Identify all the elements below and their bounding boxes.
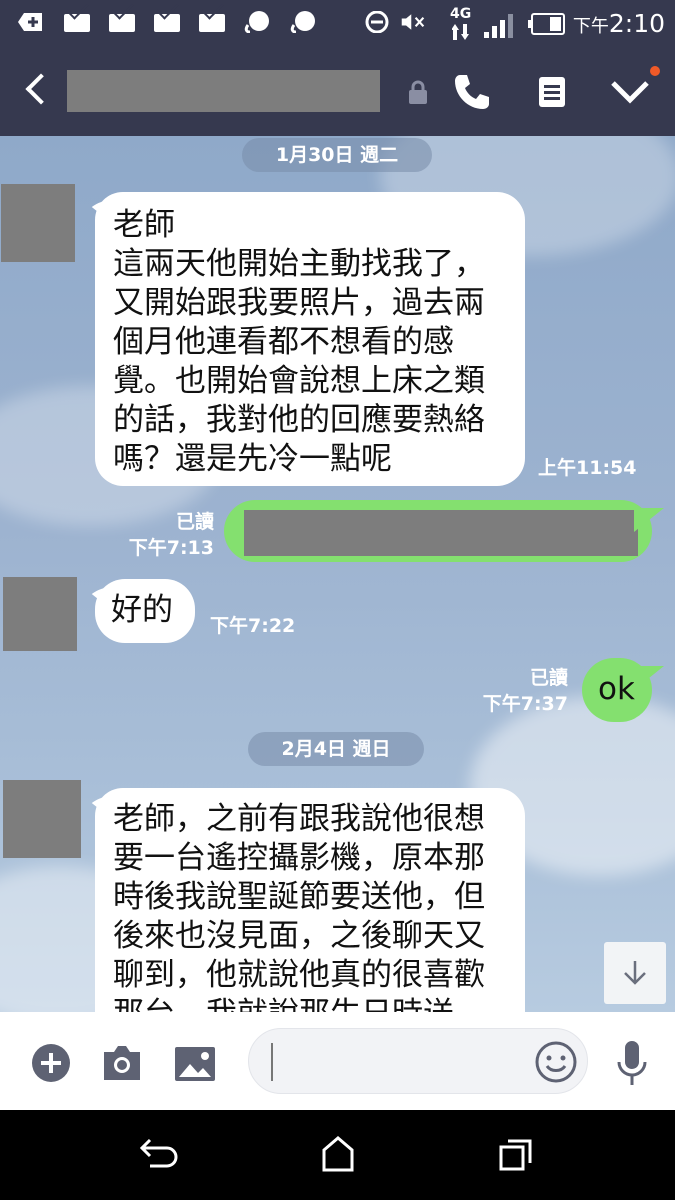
message-text: 老師 這兩天他開始主動找我了， 又開始跟我要照片，過去兩 個月他連看都不想看的感…	[113, 207, 485, 477]
mail-icon	[109, 14, 135, 32]
mail-icon	[199, 14, 225, 32]
avatar[interactable]	[1, 184, 75, 262]
chat-app-icon	[290, 11, 315, 33]
network-type: 4G	[450, 6, 472, 22]
received-message[interactable]: 老師 這兩天他開始主動找我了， 又開始跟我要照片，過去兩 個月他連看都不想看的感…	[95, 192, 525, 486]
chat-area[interactable]: 1月30日 週二 老師 這兩天他開始主動找我了， 又開始跟我要照片，過去兩 個月…	[0, 136, 675, 1012]
emoji-icon[interactable]	[535, 1041, 577, 1083]
message-input[interactable]	[248, 1028, 588, 1094]
received-message[interactable]: 好的	[95, 579, 195, 643]
image-icon[interactable]	[174, 1046, 216, 1082]
read-status: 已讀	[529, 667, 568, 689]
system-nav-bar	[0, 1110, 675, 1200]
received-message[interactable]: 老師，之前有跟我說他很想 要一台遙控攝影機，原本那 時後我說聖誕節要送他，但 後…	[95, 788, 525, 1012]
chat-app-icon	[244, 11, 269, 33]
message-time: 下午7:22	[210, 615, 296, 637]
date-separator: 2月4日 週日	[248, 732, 424, 766]
sent-message[interactable]	[224, 500, 652, 562]
message-time: 下午7:13	[128, 537, 214, 559]
notification-badge	[650, 66, 660, 76]
chat-header	[0, 48, 675, 136]
mail-icon	[154, 14, 180, 32]
arrow-down-icon	[624, 961, 646, 985]
message-text: 好的	[111, 592, 173, 628]
microphone-icon[interactable]	[616, 1040, 648, 1088]
redacted-content	[244, 510, 638, 556]
add-notification-icon	[18, 13, 42, 31]
camera-icon[interactable]	[101, 1044, 143, 1082]
input-bar	[0, 1012, 675, 1110]
phone-icon[interactable]	[452, 72, 492, 112]
home-nav-icon[interactable]	[321, 1136, 355, 1172]
avatar[interactable]	[3, 780, 81, 858]
clock: 下午2:10	[572, 9, 665, 38]
chat-title	[67, 70, 380, 112]
back-nav-icon[interactable]	[140, 1138, 178, 1172]
message-time: 上午11:54	[538, 457, 637, 479]
message-text: ok	[598, 671, 635, 707]
date-separator: 1月30日 週二	[242, 138, 432, 172]
plus-icon[interactable]	[31, 1043, 71, 1083]
chevron-down-icon[interactable]	[610, 78, 650, 104]
data-arrows-icon	[452, 24, 469, 40]
recent-apps-icon[interactable]	[498, 1138, 534, 1172]
notes-icon[interactable]	[538, 76, 566, 108]
message-time: 下午7:37	[482, 693, 568, 715]
do-not-disturb-icon	[365, 11, 389, 33]
back-arrow-icon[interactable]	[25, 73, 57, 105]
avatar[interactable]	[3, 577, 77, 651]
signal-icon	[484, 14, 513, 38]
mute-icon	[401, 14, 425, 30]
mail-icon	[64, 14, 90, 32]
battery-icon	[528, 13, 565, 35]
scroll-to-bottom-button[interactable]	[604, 942, 666, 1004]
message-text: 老師，之前有跟我說他很想 要一台遙控攝影機，原本那 時後我說聖誕節要送他，但 後…	[113, 801, 485, 1012]
lock-icon	[409, 80, 427, 104]
read-status: 已讀	[175, 511, 214, 533]
text-cursor	[271, 1043, 273, 1081]
status-bar: 4G 下午2:10	[0, 0, 675, 48]
sent-message[interactable]: ok	[582, 658, 652, 722]
